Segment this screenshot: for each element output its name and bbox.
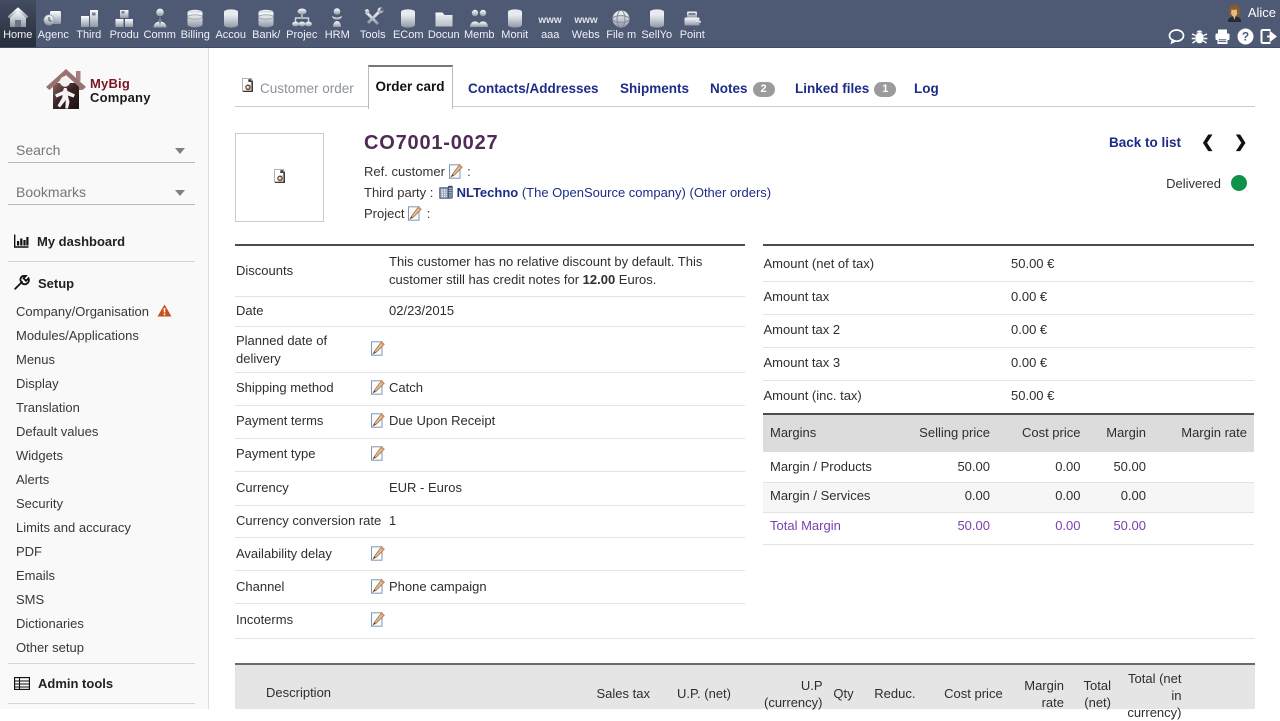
svg-text:www: www [538,15,562,26]
svg-text:www: www [574,15,598,26]
svg-text:?: ? [1242,30,1249,44]
